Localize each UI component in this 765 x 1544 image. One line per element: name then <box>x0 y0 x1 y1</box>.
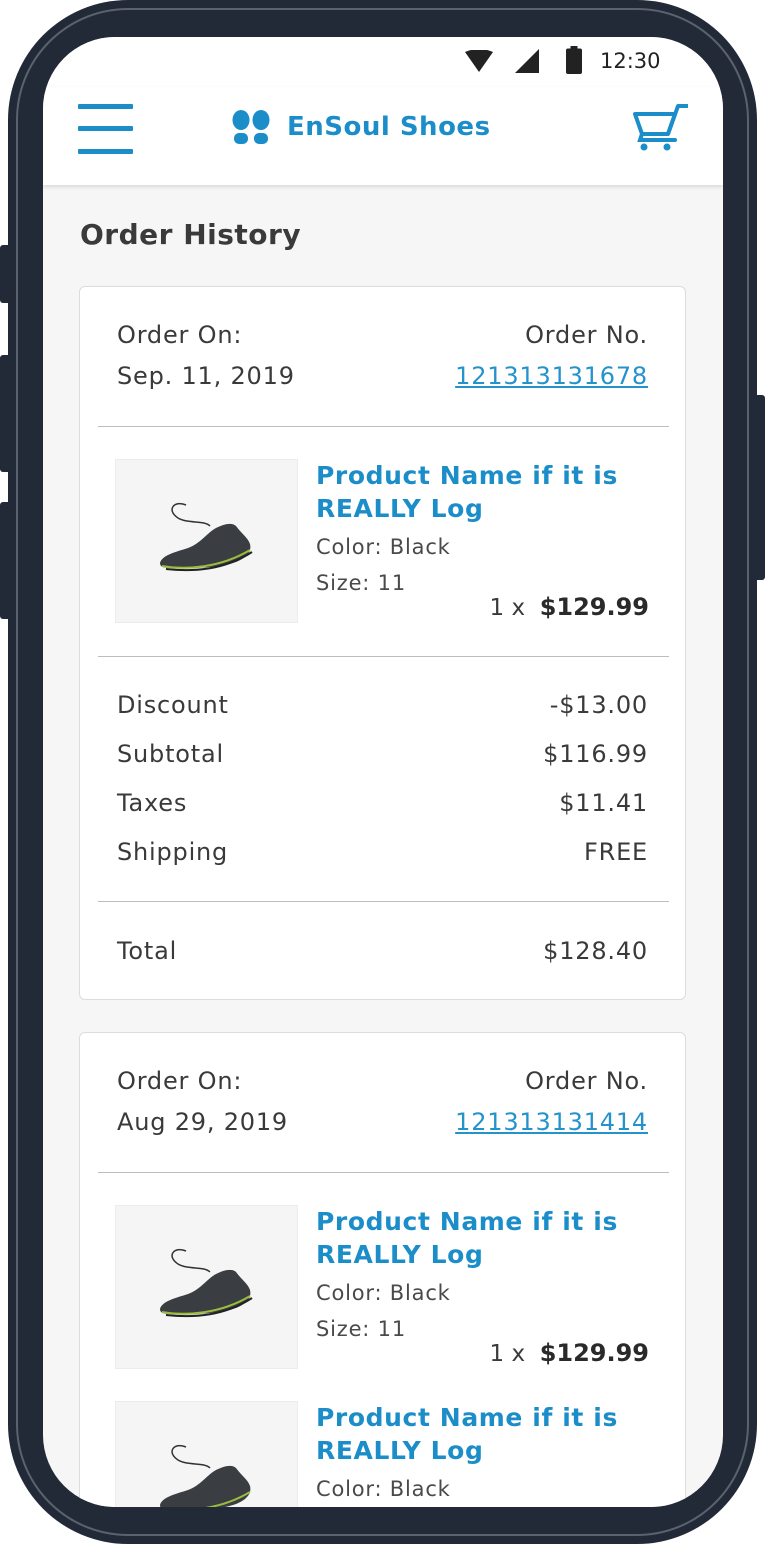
divider <box>98 426 669 427</box>
sneaker-image-icon <box>160 1445 251 1507</box>
battery-icon <box>566 46 582 74</box>
order-card: Order On: Sep. 11, 2019 Order No. 121313… <box>79 286 686 1000</box>
product-quantity: 1 x <box>489 595 526 621</box>
brand-logo[interactable]: EnSoul Shoes <box>231 107 491 147</box>
divider <box>98 1172 669 1173</box>
total-value: $128.40 <box>543 937 648 965</box>
product-size: Size: 11 <box>316 571 406 595</box>
shopping-cart-icon[interactable] <box>633 102 688 152</box>
product-name-link[interactable]: Product Name if it is REALLY Log <box>316 1401 666 1467</box>
product-size: Size: 11 <box>316 1317 406 1341</box>
phone-screen: 12:30 EnSoul Shoes Order History Order O… <box>43 37 723 1507</box>
product-color: Color: Black <box>316 535 451 559</box>
order-date: Sep. 11, 2019 <box>117 362 295 390</box>
divider <box>98 656 669 657</box>
order-no-label: Order No. <box>525 1067 648 1095</box>
phone-volume-up-button <box>0 355 10 472</box>
page-title: Order History <box>80 218 302 251</box>
product-qty-price: 1 x $129.99 <box>490 593 650 621</box>
product-color: Color: Black <box>316 1477 451 1501</box>
order-on-label: Order On: <box>117 321 243 349</box>
product-price: $129.99 <box>539 593 649 621</box>
product-thumbnail[interactable] <box>115 1205 298 1369</box>
product-price: $129.99 <box>539 1339 649 1367</box>
order-number-link[interactable]: 121313131414 <box>455 1108 648 1136</box>
app-bar: EnSoul Shoes <box>43 87 723 185</box>
order-number-link[interactable]: 121313131678 <box>455 362 648 390</box>
divider <box>98 901 669 902</box>
summary-label-shipping: Shipping <box>117 838 229 866</box>
total-label: Total <box>117 937 178 965</box>
sneaker-image-icon <box>160 1249 253 1318</box>
product-qty-price: 1 x $129.99 <box>490 1339 650 1367</box>
summary-value-subtotal: $116.99 <box>543 740 648 768</box>
brand-name: EnSoul Shoes <box>287 112 491 142</box>
summary-value-taxes: $11.41 <box>559 789 648 817</box>
product-thumbnail[interactable] <box>115 459 298 623</box>
summary-label-subtotal: Subtotal <box>117 740 224 768</box>
order-date: Aug 29, 2019 <box>117 1108 288 1136</box>
product-thumbnail[interactable] <box>115 1401 298 1507</box>
order-no-label: Order No. <box>525 321 648 349</box>
hamburger-menu-icon[interactable] <box>78 104 134 154</box>
summary-value-shipping: FREE <box>583 838 648 866</box>
phone-side-button <box>0 245 10 303</box>
signal-icon <box>515 49 539 73</box>
product-name-link[interactable]: Product Name if it is REALLY Log <box>316 1205 666 1271</box>
product-quantity: 1 x <box>489 1341 526 1367</box>
status-time: 12:30 <box>600 49 661 73</box>
product-name-link[interactable]: Product Name if it is REALLY Log <box>316 459 666 525</box>
order-card: Order On: Aug 29, 2019 Order No. 1213131… <box>79 1032 686 1507</box>
phone-volume-down-button <box>0 502 10 619</box>
sneaker-image-icon <box>160 503 253 572</box>
wifi-icon <box>465 50 493 72</box>
summary-label-taxes: Taxes <box>117 789 188 817</box>
status-bar: 12:30 <box>43 37 723 87</box>
order-on-label: Order On: <box>117 1067 243 1095</box>
product-color: Color: Black <box>316 1281 451 1305</box>
footprints-logo-icon <box>232 110 270 144</box>
phone-power-button <box>755 395 765 580</box>
summary-label-discount: Discount <box>117 691 229 719</box>
summary-value-discount: -$13.00 <box>549 691 648 719</box>
